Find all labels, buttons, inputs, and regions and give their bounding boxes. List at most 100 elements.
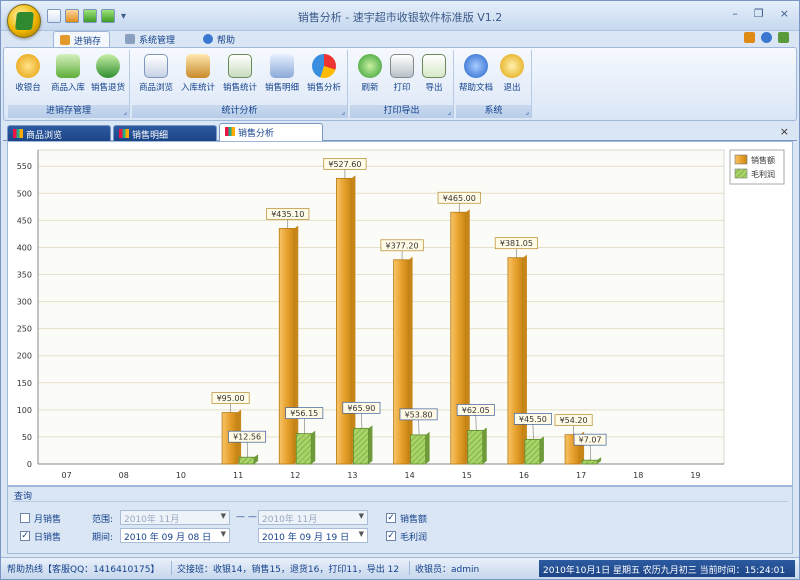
show-sales-checkbox[interactable]: ✓	[386, 513, 396, 523]
restore-button[interactable]: ❐	[754, 7, 764, 20]
daily-sales-label: 日销售	[34, 533, 62, 543]
y-tick-label: 300	[17, 298, 32, 307]
plot-area	[37, 149, 725, 465]
data-label: ¥45.50	[519, 415, 547, 424]
monthly-sales-label: 月销售	[34, 515, 62, 525]
bar-side	[351, 175, 356, 464]
help-icon[interactable]	[761, 32, 772, 43]
y-tick-label: 400	[17, 243, 32, 252]
y-tick-label: 150	[17, 379, 32, 388]
document-tabs: 商品浏览 销售明细 销售分析 ×	[3, 123, 797, 142]
data-label: ¥54.20	[560, 416, 588, 425]
printer-icon	[390, 54, 414, 78]
help-icon	[203, 34, 213, 44]
date-to-picker[interactable]: 2010 年 09 月 19 日 ▼	[258, 528, 368, 543]
bar-side	[368, 425, 373, 464]
doc-tab-sales-analysis[interactable]: 销售分析	[219, 123, 323, 142]
month-from-select[interactable]: 2010年 11月 ▼	[120, 510, 230, 525]
y-tick-label: 550	[17, 162, 32, 171]
x-tick-label: 14	[404, 471, 414, 480]
window-title: 销售分析 - 速宇超市收银软件标准版 V1.2	[297, 11, 503, 24]
tab-jinxiaocun[interactable]: 进销存	[53, 31, 111, 47]
close-button[interactable]: ×	[780, 7, 789, 20]
button-label: 打印	[393, 83, 411, 93]
range-label: 范围:	[92, 515, 114, 525]
cashier-icon	[16, 54, 40, 78]
dialog-launcher-icon[interactable]: ⌟	[448, 106, 451, 119]
product-browse-button[interactable]: 商品浏览	[136, 52, 176, 102]
x-tick-label: 11	[233, 471, 243, 480]
tools-icon	[125, 34, 135, 44]
box-icon	[60, 35, 70, 45]
exit-button[interactable]: 退出	[494, 52, 530, 102]
data-label: ¥53.80	[405, 410, 433, 419]
dialog-launcher-icon[interactable]: ⌟	[526, 106, 529, 119]
chart-icon	[119, 129, 129, 138]
monthly-sales-checkbox[interactable]	[20, 513, 30, 523]
help-doc-button[interactable]: 帮助文档	[458, 52, 494, 102]
divider	[409, 561, 410, 575]
sales-stats-button[interactable]: 销售统计	[220, 52, 260, 102]
month-to-select[interactable]: 2010年 11月 ▼	[258, 510, 368, 525]
y-tick-label: 200	[17, 352, 32, 361]
sales-detail-button[interactable]: 销售明细	[262, 52, 302, 102]
x-tick-label: 16	[519, 471, 529, 480]
ribbon-panel: 收银台 商品入库 销售退货 进销存管理 ⌟ 商品浏览 入库统计 销售统计 销售明…	[3, 47, 797, 121]
bar-side	[539, 436, 544, 464]
legend-label: 毛利润	[751, 169, 775, 179]
profit-bar	[353, 427, 369, 465]
print-button[interactable]: 打印	[384, 52, 420, 102]
cashier-button[interactable]: 收银台	[10, 52, 46, 102]
sales-return-button[interactable]: 销售退货	[90, 52, 126, 102]
data-label: ¥377.20	[386, 241, 419, 250]
date-from-picker[interactable]: 2010 年 09 月 08 日 ▼	[120, 528, 230, 543]
theme-icon[interactable]	[778, 32, 789, 43]
chevron-down-icon: ▼	[358, 512, 364, 520]
chevron-down-icon: ▼	[358, 530, 364, 538]
sales-chart: 0 50 100 150 200 250 300 350 400 450 500 550 07 08 10 1…	[7, 141, 793, 486]
x-tick-label: 08	[119, 471, 129, 480]
stock-stats-button[interactable]: 入库统计	[178, 52, 218, 102]
data-label: ¥62.05	[462, 406, 490, 415]
data-label: ¥65.90	[347, 404, 375, 413]
box-icon	[186, 54, 210, 78]
data-label: ¥12.56	[233, 433, 261, 442]
tab-system[interactable]: 系统管理	[119, 31, 183, 47]
doc-tab-product-browse[interactable]: 商品浏览	[7, 125, 111, 141]
x-tick-label: 12	[290, 471, 300, 480]
legend-label: 销售额	[751, 155, 775, 165]
show-profit-label: 毛利润	[400, 533, 428, 543]
title-bar: ▾ 销售分析 - 速宇超市收银软件标准版 V1.2 – ❐ ×	[1, 1, 799, 31]
refresh-button[interactable]: 刷新	[352, 52, 388, 102]
chart-icon	[225, 127, 235, 136]
close-tab-icon[interactable]: ×	[780, 125, 789, 138]
group-label: 统计分析 ⌟	[132, 105, 347, 118]
dialog-launcher-icon[interactable]: ⌟	[124, 106, 127, 119]
sales-bar	[278, 228, 295, 465]
group-inventory: 收银台 商品入库 销售退货 进销存管理 ⌟	[8, 50, 130, 118]
dialog-launcher-icon[interactable]: ⌟	[342, 106, 345, 119]
data-label: ¥435.10	[271, 210, 304, 219]
return-icon	[96, 54, 120, 78]
show-profit-checkbox[interactable]: ✓	[386, 531, 396, 541]
sales-bar	[450, 211, 467, 465]
cart-icon[interactable]	[744, 32, 755, 43]
y-tick-label: 50	[22, 433, 32, 442]
sales-analysis-button[interactable]: 销售分析	[304, 52, 344, 102]
data-label: ¥7.07	[579, 436, 602, 445]
export-button[interactable]: 导出	[416, 52, 452, 102]
y-tick-label: 250	[17, 325, 32, 334]
data-label: ¥465.00	[443, 194, 476, 203]
button-label: 退出	[503, 83, 521, 93]
app-menu-button[interactable]	[7, 4, 41, 38]
minimize-button[interactable]: –	[732, 7, 738, 20]
data-label: ¥527.60	[328, 160, 361, 169]
stock-in-button[interactable]: 商品入库	[50, 52, 86, 102]
x-tick-label: 15	[462, 471, 472, 480]
tab-help[interactable]: 帮助	[197, 31, 243, 47]
tab-label: 进销存	[74, 37, 102, 47]
daily-sales-checkbox[interactable]: ✓	[20, 531, 30, 541]
refresh-icon	[358, 54, 382, 78]
power-icon	[500, 54, 524, 78]
doc-tab-sales-detail[interactable]: 销售明细	[113, 125, 217, 141]
